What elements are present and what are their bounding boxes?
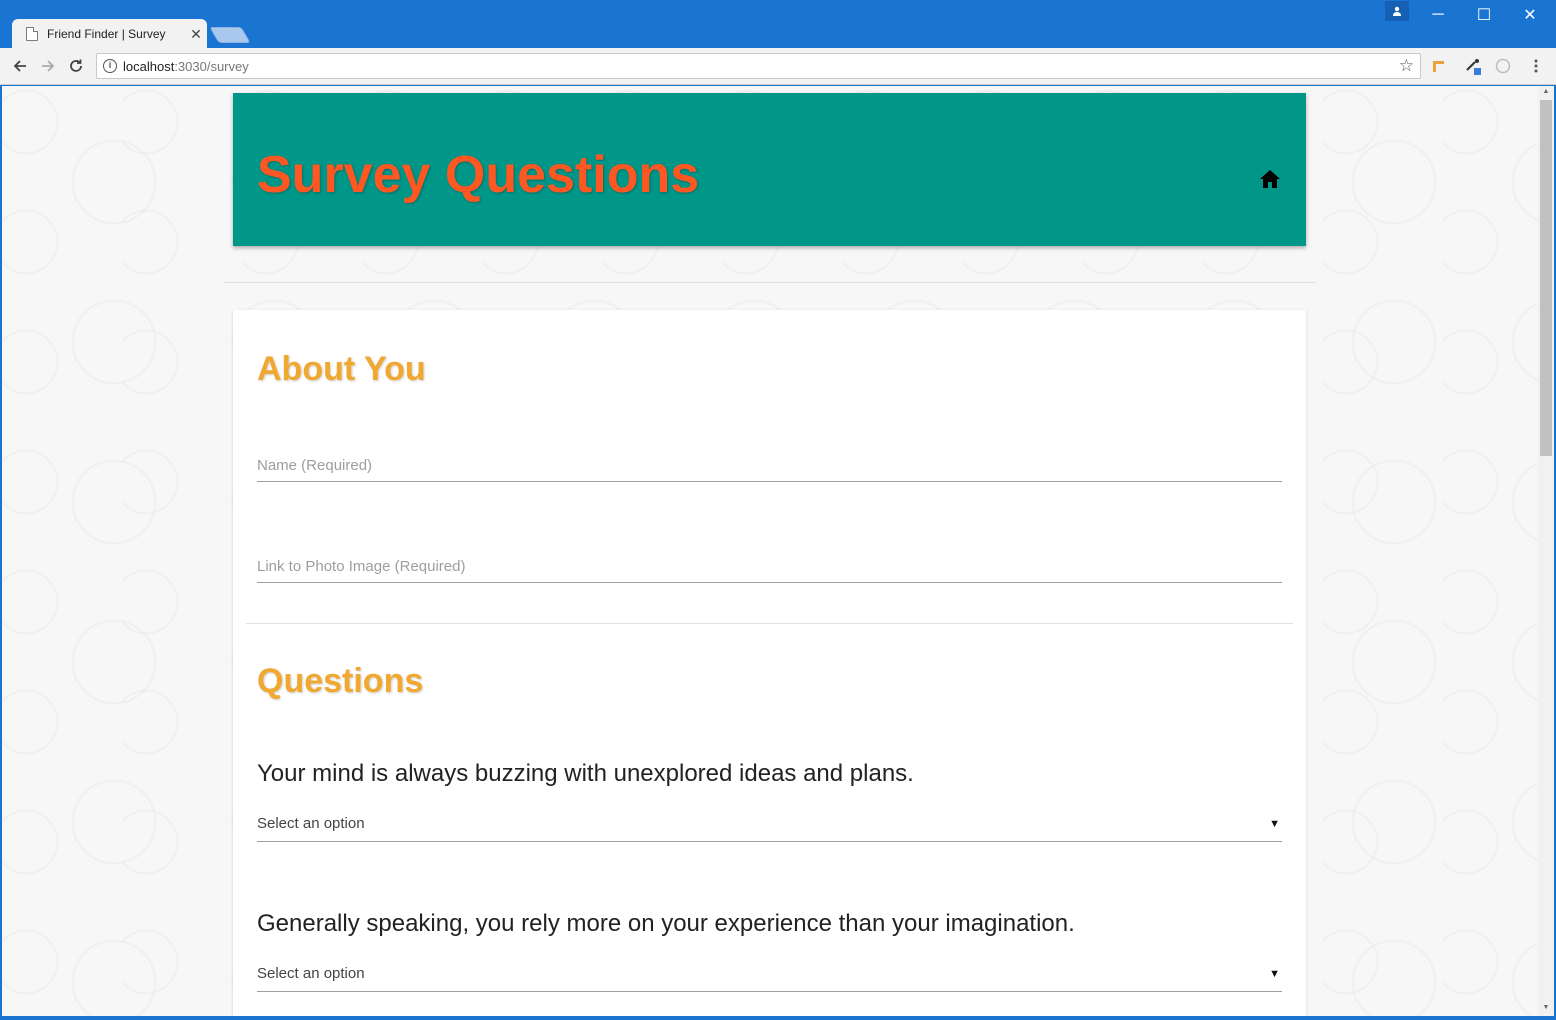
tab-title: Friend Finder | Survey (47, 27, 166, 41)
extension-bookmarks-icon[interactable] (1429, 56, 1449, 76)
browser-tab[interactable]: Friend Finder | Survey ✕ (12, 19, 207, 49)
question-1-selected: Select an option (257, 815, 365, 832)
page-viewport: Survey Questions About You Questions You… (2, 86, 1538, 1016)
question-2-select[interactable]: Select an option ▼ (257, 956, 1282, 992)
scroll-down-arrow-icon[interactable]: ▼ (1540, 1004, 1552, 1014)
dropdown-caret-icon: ▼ (1269, 967, 1280, 980)
section-divider (246, 623, 1293, 624)
name-input[interactable] (257, 442, 1282, 480)
name-field-wrapper (257, 442, 1282, 482)
home-icon[interactable] (1259, 169, 1281, 189)
extension-circle-icon[interactable] (1493, 56, 1513, 76)
scrollbar-thumb[interactable] (1540, 100, 1552, 456)
forward-arrow-icon (42, 60, 55, 72)
question-1-select[interactable]: Select an option ▼ (257, 806, 1282, 842)
scroll-up-arrow-icon[interactable]: ▲ (1540, 88, 1552, 98)
title-bar: Friend Finder | Survey ✕ ─ ☐ ✕ (0, 0, 1556, 49)
divider (223, 282, 1316, 283)
back-arrow-icon (13, 60, 26, 72)
extension-picker-icon[interactable] (1463, 56, 1483, 76)
forward-button[interactable] (36, 54, 60, 78)
reload-icon (70, 59, 82, 72)
browser-menu-icon[interactable] (1526, 56, 1546, 76)
page-title: Survey Questions (257, 146, 700, 204)
profile-icon[interactable] (1385, 1, 1409, 21)
tab-close-button[interactable]: ✕ (185, 26, 207, 43)
maximize-button[interactable]: ☐ (1461, 0, 1507, 30)
page-header: Survey Questions (233, 93, 1306, 246)
questions-heading: Questions (257, 662, 424, 700)
question-1-text: Your mind is always buzzing with unexplo… (257, 760, 914, 787)
reload-button[interactable] (64, 54, 88, 78)
browser-toolbar: i localhost:3030/survey ☆ (0, 48, 1556, 85)
new-tab-button[interactable] (209, 27, 251, 43)
info-icon[interactable]: i (103, 59, 117, 73)
browser-window: Friend Finder | Survey ✕ ─ ☐ ✕ i localho… (0, 0, 1556, 1020)
window-edge-bottom (0, 1016, 1556, 1020)
url-host: localhost (123, 58, 175, 74)
url-path: :3030/survey (174, 58, 249, 74)
page-icon (26, 27, 38, 41)
question-2-selected: Select an option (257, 965, 365, 982)
close-window-button[interactable]: ✕ (1507, 0, 1553, 30)
about-you-heading: About You (257, 350, 426, 388)
photo-link-input[interactable] (257, 543, 1282, 581)
address-bar[interactable]: i localhost:3030/survey ☆ (96, 53, 1421, 79)
minimize-button[interactable]: ─ (1415, 0, 1461, 30)
survey-form: About You Questions Your mind is always … (233, 310, 1306, 1016)
bookmark-star-icon[interactable]: ☆ (1399, 56, 1414, 76)
photo-field-wrapper (257, 543, 1282, 583)
dropdown-caret-icon: ▼ (1269, 817, 1280, 830)
question-2-text: Generally speaking, you rely more on you… (257, 910, 1075, 937)
back-button[interactable] (8, 54, 32, 78)
